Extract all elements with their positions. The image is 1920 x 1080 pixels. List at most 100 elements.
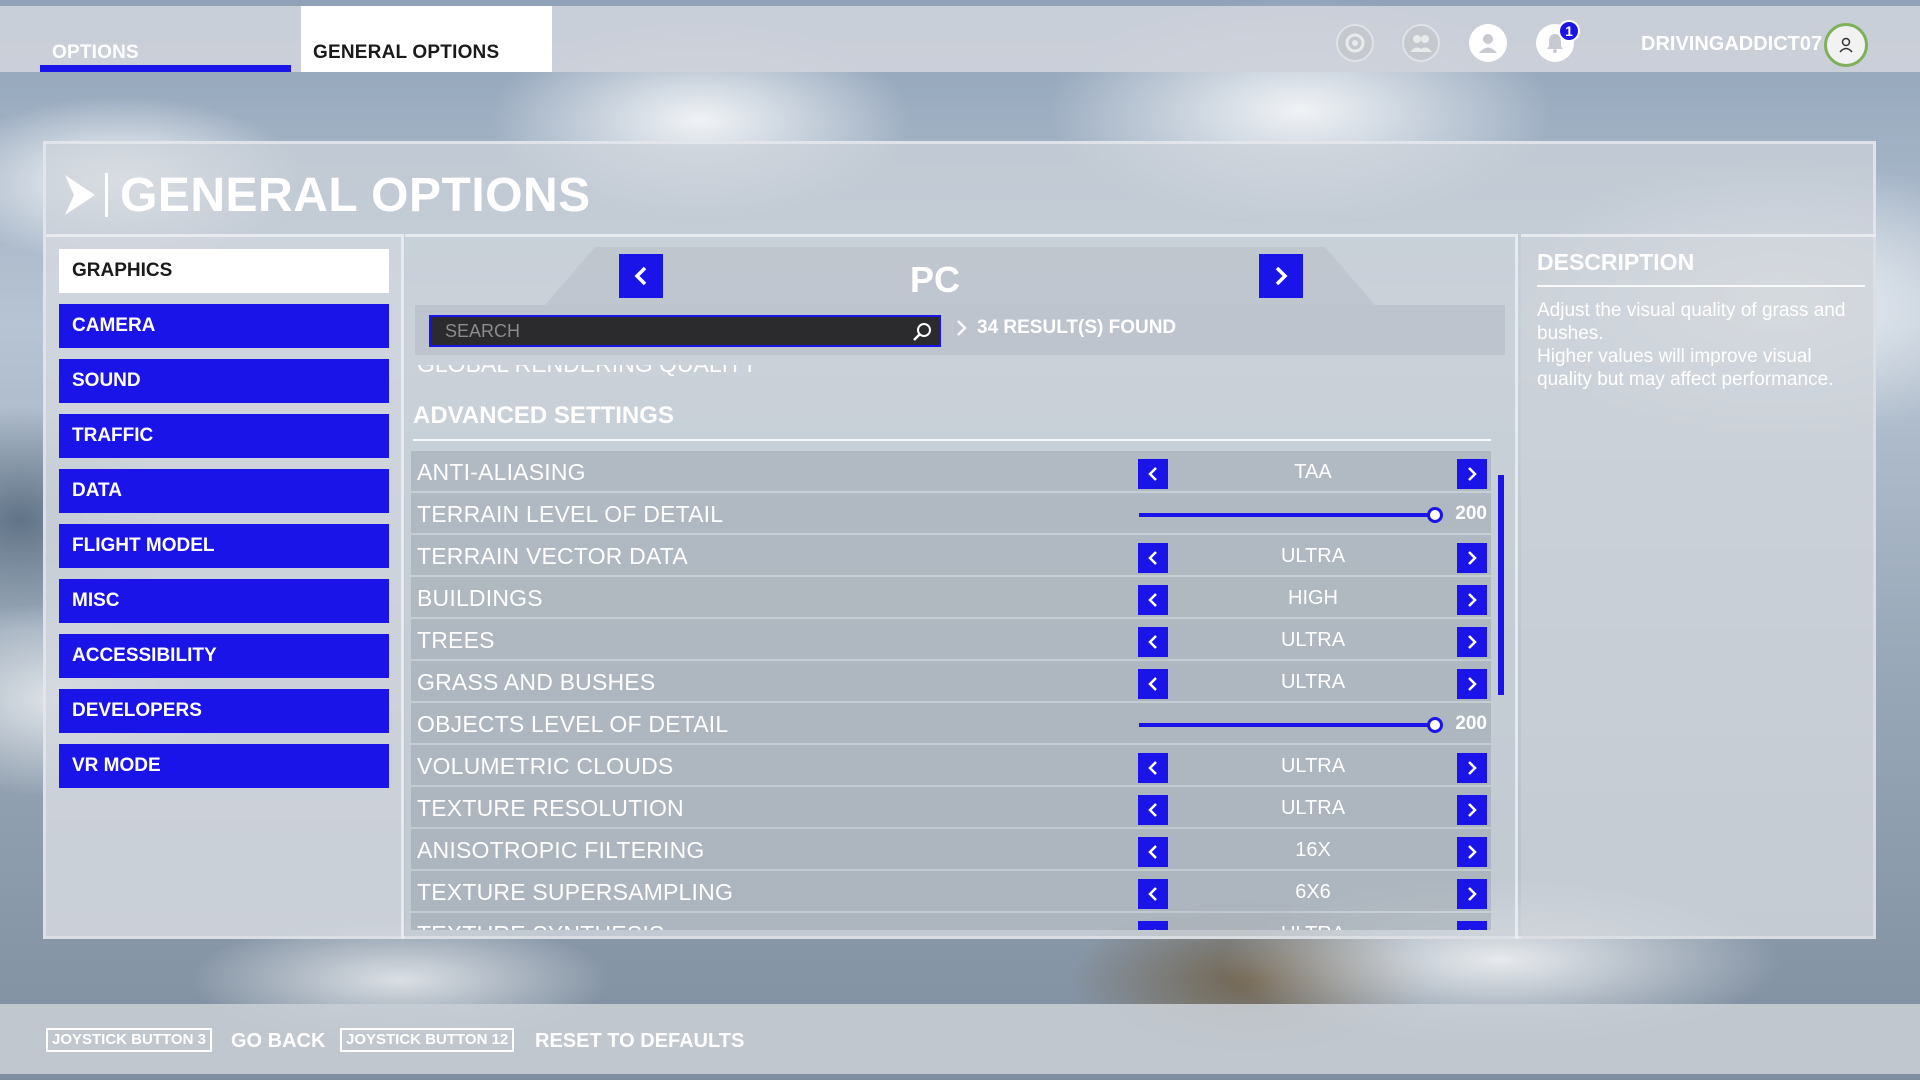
reset-to-defaults-button[interactable]: RESET TO DEFAULTS <box>535 1030 744 1053</box>
prev-value-button[interactable] <box>1138 459 1168 489</box>
setting-row-trees[interactable]: TREES ULTRA <box>411 619 1491 659</box>
chevron-left-icon <box>1148 551 1157 565</box>
results-text: 34 RESULT(S) FOUND <box>977 317 1177 338</box>
chevron-right-icon <box>1468 887 1477 901</box>
chevron-right-icon <box>1469 929 1471 930</box>
description-line-1: Adjust the visual quality of grass and b… <box>1537 300 1846 344</box>
section-divider <box>413 439 1491 441</box>
menu-item-camera[interactable]: CAMERA <box>59 304 389 348</box>
prev-value-button[interactable] <box>1138 795 1168 825</box>
prev-value-button[interactable] <box>1138 837 1168 867</box>
user-icon <box>1839 37 1853 53</box>
setting-label: BUILDINGS <box>417 585 543 611</box>
prev-value-button[interactable] <box>1138 543 1168 573</box>
slider-track[interactable] <box>1139 507 1443 523</box>
setting-label: TERRAIN LEVEL OF DETAIL <box>417 501 724 527</box>
menu-item-label: TRAFFIC <box>72 425 154 446</box>
title-separator <box>105 173 108 217</box>
preset-next-button[interactable] <box>1259 254 1303 298</box>
next-value-button[interactable] <box>1457 837 1487 867</box>
description-title: DESCRIPTION <box>1537 249 1695 275</box>
menu-item-developers[interactable]: DEVELOPERS <box>59 689 389 733</box>
tab-options[interactable]: OPTIONS <box>40 6 291 72</box>
bottom-bar: JOYSTICK BUTTON 3 GO BACK JOYSTICK BUTTO… <box>0 1004 1920 1074</box>
next-value-button[interactable] <box>1457 585 1487 615</box>
prev-value-button[interactable] <box>1138 669 1168 699</box>
avatar[interactable] <box>1824 23 1868 67</box>
chevron-right-icon <box>1468 803 1477 817</box>
menu-item-data[interactable]: DATA <box>59 469 389 513</box>
search-icon[interactable] <box>911 321 933 343</box>
prev-value-button[interactable] <box>1138 627 1168 657</box>
next-value-button[interactable] <box>1457 669 1487 699</box>
notifications-icon[interactable]: 1 <box>1536 20 1580 62</box>
next-value-button[interactable] <box>1457 627 1487 657</box>
menu-item-misc[interactable]: MISC <box>59 579 389 623</box>
setting-row-texture-synthesis[interactable]: TEXTURE SYNTHESIS ULTRA <box>411 913 1491 930</box>
setting-value: 6X6 <box>1295 881 1331 903</box>
options-panel: GENERAL OPTIONS GRAPHICS CAMERA SOUND TR… <box>43 141 1876 939</box>
menu-item-graphics[interactable]: GRAPHICS <box>59 249 389 293</box>
setting-row-volumetric-clouds[interactable]: VOLUMETRIC CLOUDS ULTRA <box>411 745 1491 785</box>
tab-general-options-label: GENERAL OPTIONS <box>313 42 500 63</box>
next-value-button[interactable] <box>1457 543 1487 573</box>
setting-row-global-rendering-quality[interactable]: GLOBAL RENDERING QUALITY <box>411 365 1491 379</box>
setting-label: TEXTURE SYNTHESIS <box>417 921 665 930</box>
setting-row-anti-aliasing[interactable]: ANTI-ALIASING TAA <box>411 451 1491 491</box>
chevron-left-icon <box>634 266 647 286</box>
setting-row-objects-level-of-detail[interactable]: OBJECTS LEVEL OF DETAIL 200 <box>411 703 1491 743</box>
reset-key-hint: JOYSTICK BUTTON 12 <box>340 1028 515 1052</box>
menu-item-sound[interactable]: SOUND <box>59 359 389 403</box>
profile-icon[interactable] <box>1469 24 1507 62</box>
prev-value-button[interactable] <box>1138 585 1168 615</box>
menu-item-label: VR MODE <box>72 755 161 776</box>
menu-item-flight-model[interactable]: FLIGHT MODEL <box>59 524 389 568</box>
slider-track[interactable] <box>1139 717 1443 733</box>
next-value-button[interactable] <box>1457 879 1487 909</box>
chevron-right-icon <box>65 175 95 215</box>
description-line-2: Higher values will improve visual qualit… <box>1537 346 1834 390</box>
setting-label: VOLUMETRIC CLOUDS <box>417 753 674 779</box>
slider-fill <box>1139 513 1435 517</box>
setting-value: ULTRA <box>1280 755 1346 777</box>
menu-item-label: ACCESSIBILITY <box>72 645 217 666</box>
category-menu: GRAPHICS CAMERA SOUND TRAFFIC DATA FLIGH… <box>46 234 404 939</box>
setting-row-terrain-vector-data[interactable]: TERRAIN VECTOR DATA ULTRA <box>411 535 1491 575</box>
next-value-button[interactable] <box>1457 921 1487 930</box>
slider-value: 200 <box>1455 503 1487 524</box>
notification-badge: 1 <box>1558 20 1580 42</box>
prev-value-button[interactable] <box>1138 921 1168 930</box>
setting-row-grass-and-bushes[interactable]: GRASS AND BUSHES ULTRA <box>411 661 1491 701</box>
chevron-left-icon <box>1148 845 1157 859</box>
menu-item-label: MISC <box>72 590 120 611</box>
setting-row-texture-supersampling[interactable]: TEXTURE SUPERSAMPLING 6X6 <box>411 871 1491 911</box>
scrollbar-thumb[interactable] <box>1498 475 1504 695</box>
tab-general-options[interactable]: GENERAL OPTIONS <box>301 6 552 72</box>
setting-row-terrain-level-of-detail[interactable]: TERRAIN LEVEL OF DETAIL 200 <box>411 493 1491 533</box>
settings-column: PC 34 RESULT(S) FOUND GLOBAL RENDERING Q… <box>405 234 1518 939</box>
next-value-button[interactable] <box>1457 795 1487 825</box>
menu-item-label: DEVELOPERS <box>72 700 202 721</box>
chevron-left-icon <box>1148 887 1157 901</box>
search-input[interactable] <box>431 317 901 345</box>
chevron-right-icon <box>1468 761 1477 775</box>
next-value-button[interactable] <box>1457 753 1487 783</box>
next-value-button[interactable] <box>1457 459 1487 489</box>
achievements-icon[interactable] <box>1336 24 1374 62</box>
go-back-button[interactable]: GO BACK <box>231 1030 325 1053</box>
top-bar: OPTIONS GENERAL OPTIONS 1 DRIVINGADDICT0… <box>0 6 1920 72</box>
preset-prev-button[interactable] <box>619 254 663 298</box>
menu-item-vr-mode[interactable]: VR MODE <box>59 744 389 788</box>
setting-row-buildings[interactable]: BUILDINGS HIGH <box>411 577 1491 617</box>
setting-row-anisotropic-filtering[interactable]: ANISOTROPIC FILTERING 16X <box>411 829 1491 869</box>
prev-value-button[interactable] <box>1138 753 1168 783</box>
prev-value-button[interactable] <box>1138 879 1168 909</box>
friends-icon[interactable] <box>1402 24 1440 62</box>
setting-label: OBJECTS LEVEL OF DETAIL <box>417 711 729 737</box>
setting-row-texture-resolution[interactable]: TEXTURE RESOLUTION ULTRA <box>411 787 1491 827</box>
chevron-right-icon <box>957 320 967 336</box>
menu-item-accessibility[interactable]: ACCESSIBILITY <box>59 634 389 678</box>
chevron-right-icon <box>1468 593 1477 607</box>
chevron-right-icon <box>1468 467 1477 481</box>
menu-item-traffic[interactable]: TRAFFIC <box>59 414 389 458</box>
